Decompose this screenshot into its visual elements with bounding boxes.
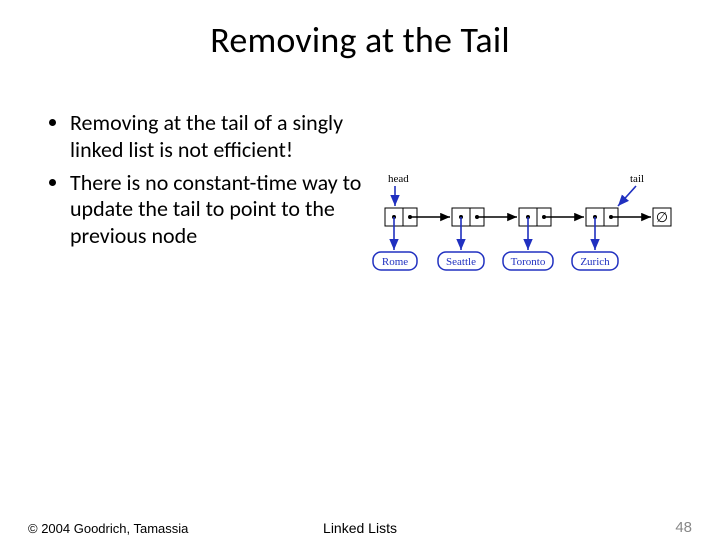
data-oval: Rome — [373, 252, 417, 270]
tail-label: tail — [630, 173, 644, 185]
bullet-item: Removing at the tail of a singly linked … — [70, 110, 368, 164]
slide-body: Removing at the tail of a singly linked … — [0, 110, 720, 284]
tail-pointer-arrow — [618, 186, 636, 206]
list-node — [586, 208, 651, 250]
copyright-text: © 2004 Goodrich, Tamassia — [28, 521, 188, 536]
data-oval: Zurich — [572, 252, 618, 270]
null-terminator: ∅ — [653, 208, 671, 226]
null-symbol: ∅ — [656, 211, 668, 226]
list-node — [452, 208, 517, 250]
data-oval: Toronto — [503, 252, 553, 270]
node-value: Toronto — [511, 256, 546, 268]
bullet-list: Removing at the tail of a singly linked … — [48, 110, 368, 256]
page-number: 48 — [675, 519, 692, 536]
data-oval: Seattle — [438, 252, 484, 270]
linked-list-diagram: head tail — [368, 110, 692, 284]
list-node — [519, 208, 584, 250]
bullet-item: There is no constant-time way to update … — [70, 170, 368, 250]
list-node — [385, 208, 450, 250]
footer-center-text: Linked Lists — [323, 520, 397, 536]
node-value: Zurich — [580, 256, 610, 268]
slide: Removing at the Tail Removing at the tai… — [0, 18, 720, 540]
node-value: Seattle — [446, 256, 476, 268]
slide-title: Removing at the Tail — [0, 18, 720, 62]
slide-footer: © 2004 Goodrich, Tamassia Linked Lists 4… — [0, 519, 720, 536]
diagram-svg: head tail — [370, 154, 690, 284]
head-label: head — [388, 173, 409, 185]
node-value: Rome — [382, 256, 408, 268]
